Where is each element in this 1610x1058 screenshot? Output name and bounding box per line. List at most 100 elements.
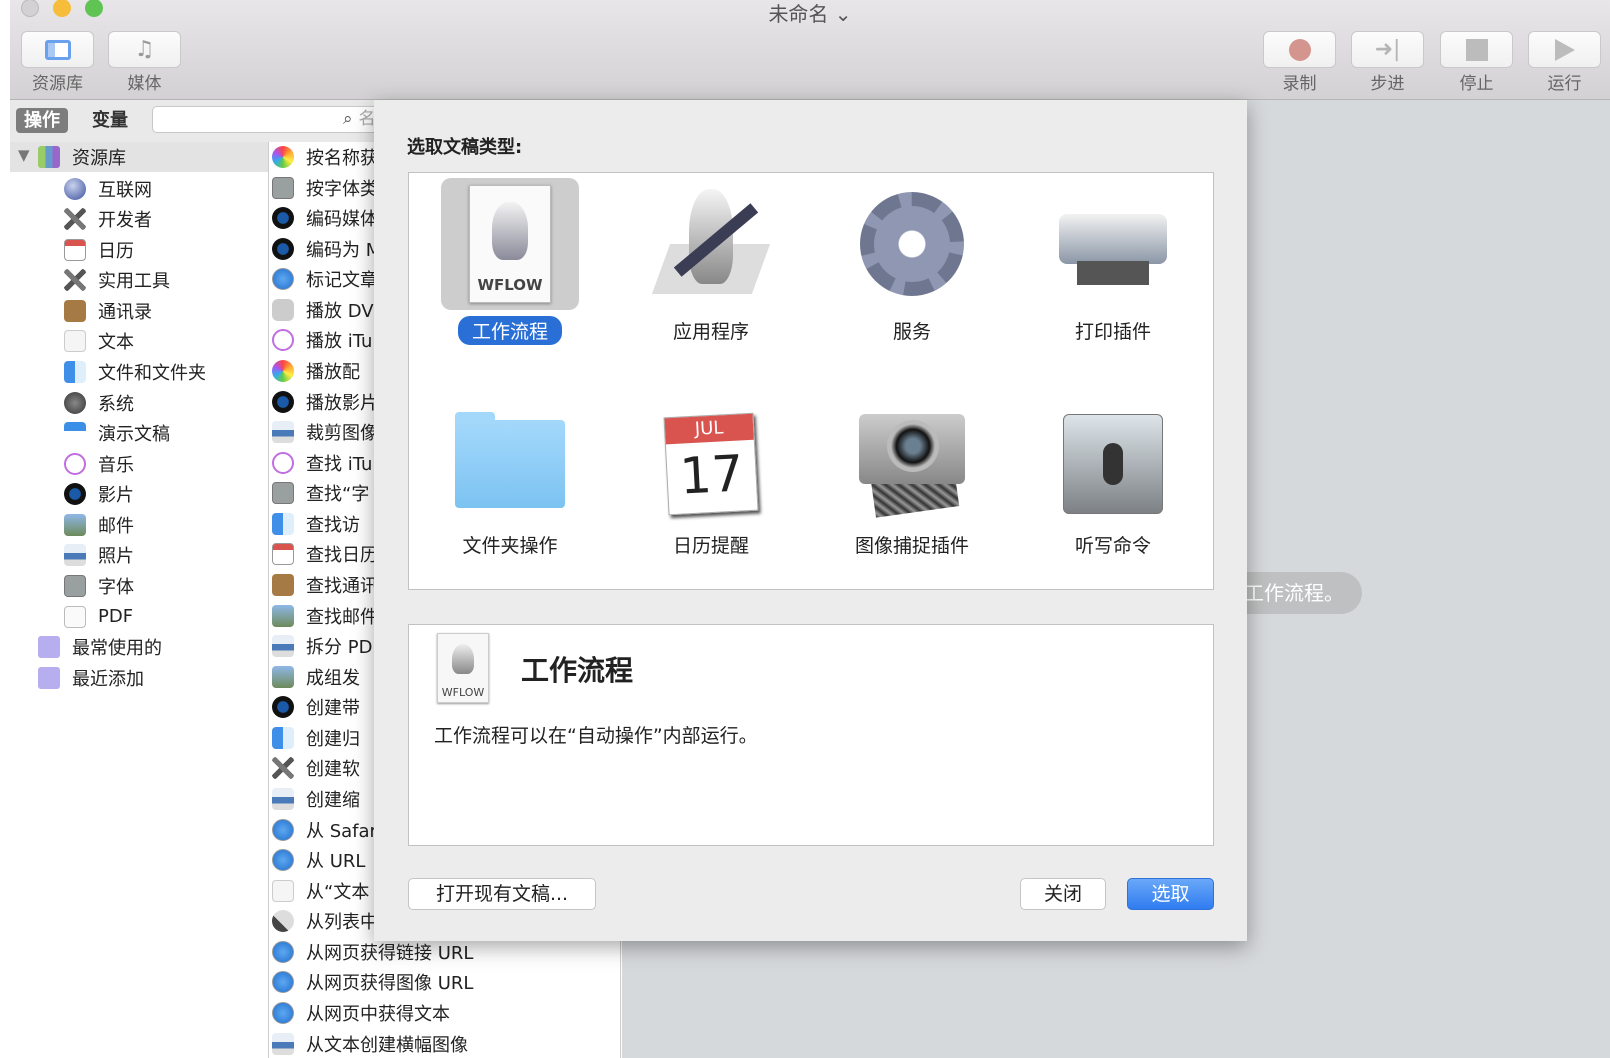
action-item[interactable]: 从网页获得链接 URL (272, 937, 473, 967)
smart-folder[interactable]: 最常使用的 (38, 632, 162, 662)
folder-icon (441, 398, 579, 530)
library-item[interactable]: 影片 (64, 479, 134, 509)
safari-icon (272, 268, 294, 291)
doc-type-calendar[interactable]: JUL 17 日历提醒 (611, 398, 811, 559)
library-item[interactable]: 通讯录 (64, 296, 152, 326)
quicktime-icon (272, 237, 294, 260)
close-button[interactable]: 关闭 (1020, 878, 1106, 910)
choose-button[interactable]: 选取 (1127, 878, 1214, 910)
doc-type-gear[interactable]: 服务 (812, 178, 1012, 345)
library-item[interactable]: 字体 (64, 571, 134, 601)
font-icon (64, 574, 86, 597)
action-item[interactable]: 从网页获得图像 URL (272, 967, 473, 997)
step-button[interactable]: ➜| (1351, 31, 1424, 68)
action-item[interactable]: 查找“字 (272, 478, 369, 508)
action-item[interactable]: 从文本创建横幅图像 (272, 1029, 468, 1058)
action-item[interactable]: 从 URL (272, 845, 365, 875)
action-item[interactable]: 拆分 PD (272, 631, 372, 661)
action-item-label: 裁剪图像 (306, 423, 378, 445)
camera-icon (843, 398, 981, 530)
library-root-row[interactable]: ▼ 资源库 (10, 142, 268, 172)
action-item[interactable]: 成组发 (272, 662, 360, 692)
action-item[interactable]: 从网页中获得文本 (272, 998, 450, 1028)
action-item[interactable]: 创建软 (272, 753, 360, 783)
tab-actions[interactable]: 操作 (16, 108, 68, 133)
action-item[interactable]: 创建归 (272, 723, 360, 753)
action-item-label: 播放影片 (306, 392, 378, 414)
action-item[interactable]: 从“文本 (272, 876, 369, 906)
doc-type-label: 工作流程 (457, 316, 562, 345)
action-item[interactable]: 查找访 (272, 509, 360, 539)
smart-folder[interactable]: 最近添加 (38, 663, 144, 693)
search-input[interactable]: ⌕ 名 (152, 106, 392, 133)
doc-type-printer[interactable]: 打印插件 (1013, 178, 1213, 345)
library-item[interactable]: 开发者 (64, 204, 152, 234)
doc-type-camera[interactable]: 图像捕捉插件 (812, 398, 1012, 559)
action-item-label: 查找访 (306, 514, 360, 536)
doc-type-automator-app[interactable]: 应用程序 (611, 178, 811, 345)
preview-icon (272, 787, 294, 810)
step-label: 步进 (1370, 74, 1405, 94)
action-item[interactable]: 查找通讯 (272, 570, 378, 600)
library-item[interactable]: PDF (64, 602, 133, 632)
media-button[interactable]: ♫ (108, 31, 181, 68)
preview-icon (272, 421, 294, 444)
globe-icon (64, 177, 86, 200)
microphone-icon (1044, 398, 1182, 530)
library-button[interactable] (21, 31, 94, 68)
text-icon (64, 330, 86, 353)
action-item[interactable]: 查找邮件 (272, 601, 378, 631)
doc-type-label: 文件夹操作 (462, 535, 558, 557)
action-item[interactable]: 播放影片 (272, 387, 378, 417)
library-item-label: PDF (98, 606, 134, 628)
library-root[interactable]: 资源库 (38, 142, 126, 172)
run-label: 运行 (1547, 74, 1582, 94)
library-item-label: 音乐 (98, 454, 134, 476)
library-item[interactable]: 实用工具 (64, 265, 170, 295)
library-item[interactable]: 音乐 (64, 449, 134, 479)
library-item[interactable]: 文本 (64, 326, 134, 356)
window-title[interactable]: 未命名 ⌄ (10, 0, 1610, 27)
library-item[interactable]: 文件和文件夹 (64, 357, 206, 387)
action-item[interactable]: 按名称获 (272, 142, 378, 172)
action-item[interactable]: 播放配 (272, 356, 360, 386)
library-item-label: 通讯录 (98, 301, 152, 323)
action-item[interactable]: 编码为 M (272, 234, 381, 264)
action-item[interactable]: 编码媒体 (272, 203, 378, 233)
library-item[interactable]: 照片 (64, 540, 134, 570)
action-item-label: 从网页中获得文本 (306, 1003, 450, 1025)
action-item[interactable]: 创建带 (272, 692, 360, 722)
doc-type-folder[interactable]: 文件夹操作 (410, 398, 610, 559)
action-item[interactable]: 从列表中 (272, 906, 378, 936)
action-item[interactable]: 查找 iTu (272, 448, 372, 478)
text-icon (272, 879, 294, 902)
record-button[interactable] (1263, 31, 1336, 68)
doc-type-workflow-doc[interactable]: WFLOW 工作流程 (410, 178, 610, 345)
stop-button[interactable] (1440, 31, 1513, 68)
action-item[interactable]: 播放 DV (272, 295, 374, 325)
library-item[interactable]: 系统 (64, 388, 134, 418)
library-item[interactable]: 邮件 (64, 510, 134, 540)
run-button[interactable] (1528, 31, 1601, 68)
preview-icon (272, 1032, 294, 1055)
library-item[interactable]: 互联网 (64, 174, 152, 204)
disclosure-triangle-icon[interactable]: ▼ (18, 146, 30, 164)
action-item[interactable]: 播放 iTu (272, 325, 372, 355)
itunes-icon (272, 451, 294, 474)
action-item[interactable]: 裁剪图像 (272, 417, 378, 447)
safari-icon (272, 971, 294, 994)
open-existing-button[interactable]: 打开现有文稿... (408, 878, 596, 910)
action-item[interactable]: 从 Safari (272, 815, 382, 845)
gear-icon (843, 178, 981, 310)
library-item[interactable]: 演示文稿 (64, 418, 170, 448)
doc-type-microphone[interactable]: 听写命令 (1013, 398, 1213, 559)
action-item[interactable]: 查找日历 (272, 539, 378, 569)
tab-variables[interactable]: 变量 (84, 108, 136, 133)
smart-folder-label: 最近添加 (72, 668, 144, 690)
action-item[interactable]: 按字体类 (272, 173, 378, 203)
library-item[interactable]: 日历 (64, 235, 134, 265)
action-item[interactable]: 创建缩 (272, 784, 360, 814)
document-type-grid: WFLOW 工作流程 应用程序 服务 打印插件文件夹操作 JUL 17 日历提醒 图像捕捉插件 听… (408, 172, 1214, 590)
action-item[interactable]: 标记文章 (272, 264, 378, 294)
library-item-label: 照片 (98, 546, 134, 568)
